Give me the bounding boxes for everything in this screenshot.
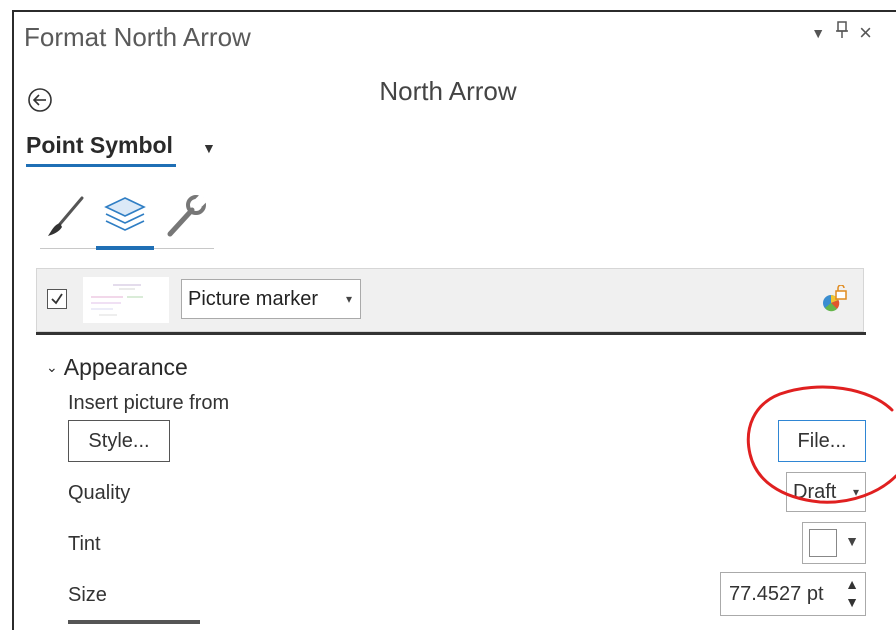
paintbrush-icon [48, 196, 84, 236]
pane-title: Format North Arrow [24, 22, 251, 52]
layer-visibility-checkbox[interactable] [47, 289, 67, 309]
window-controls: ▼ × [811, 20, 872, 46]
layer-preview-thumbnail [83, 277, 169, 323]
tab-structure[interactable] [160, 190, 210, 246]
tint-color-picker[interactable]: ▼ [802, 522, 866, 564]
quality-label: Quality [68, 482, 131, 504]
tint-label: Tint [68, 533, 101, 555]
auto-hide-pin-icon[interactable] [835, 21, 849, 45]
spinner-arrows-icon[interactable]: ▲ ▼ [845, 575, 859, 611]
symbol-layer-row: Picture marker ▾ [36, 268, 864, 332]
layers-icon [104, 197, 146, 231]
tab-layers[interactable] [96, 190, 154, 246]
insert-picture-label: Insert picture from [68, 392, 230, 414]
layer-type-value: Picture marker [188, 288, 319, 310]
point-symbol-underline [26, 164, 176, 167]
point-symbol-dropdown-icon[interactable]: ▼ [202, 140, 216, 156]
element-name-heading: North Arrow [379, 76, 517, 106]
active-tab-indicator [96, 246, 154, 250]
style-button[interactable]: Style... [68, 420, 170, 462]
lock-color-icon[interactable] [821, 284, 849, 313]
size-spinbox[interactable]: 77.4527 pt ▲ ▼ [720, 572, 866, 616]
appearance-section-toggle[interactable]: ⌄ Appearance [46, 354, 188, 381]
wrench-icon [167, 194, 208, 237]
chevron-down-icon: ⌄ [46, 359, 58, 375]
size-value: 77.4527 pt [729, 583, 824, 605]
close-icon[interactable]: × [859, 20, 872, 46]
next-control-edge [68, 620, 200, 624]
layer-type-select[interactable]: Picture marker ▾ [181, 279, 361, 319]
pane-options-icon[interactable]: ▼ [811, 25, 825, 41]
symbol-tool-tabs [40, 190, 214, 252]
checkmark-icon [51, 293, 63, 305]
chevron-down-icon: ▾ [345, 292, 352, 306]
tint-swatch [809, 529, 837, 557]
chevron-down-icon: ▼ [845, 533, 859, 549]
tab-properties[interactable] [40, 190, 90, 246]
section-divider [36, 332, 866, 335]
size-label: Size [68, 584, 107, 606]
red-annotation-circle [746, 385, 896, 504]
point-symbol-tab[interactable]: Point Symbol [26, 132, 173, 159]
top-edge [0, 0, 896, 8]
appearance-label: Appearance [63, 354, 188, 380]
